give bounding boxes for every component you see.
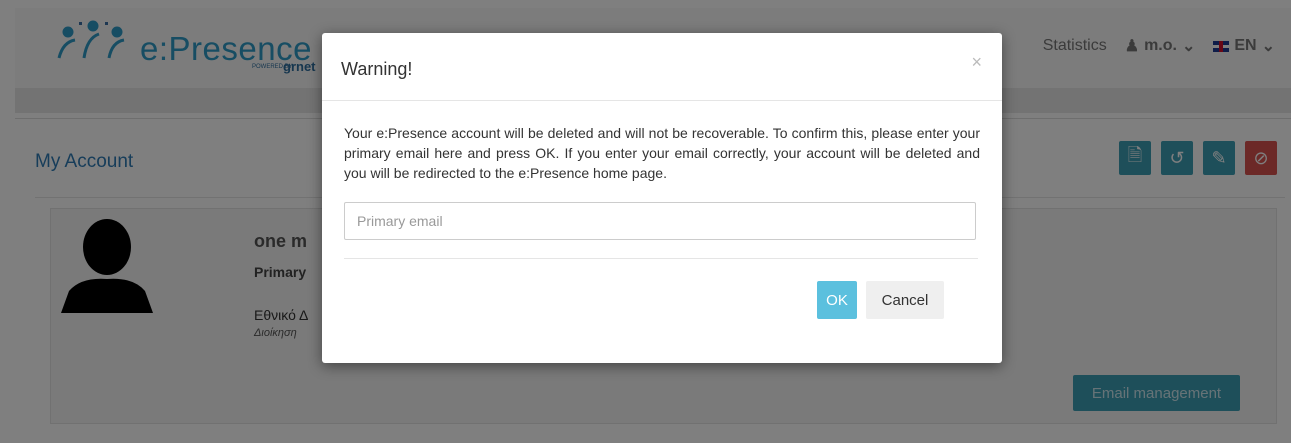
modal-message: Your e:Presence account will be deleted … — [344, 125, 980, 181]
modal-header: Warning! × — [322, 33, 1002, 101]
cancel-button[interactable]: Cancel — [866, 281, 944, 319]
delete-account-modal: Warning! × Your e:Presence account will … — [322, 33, 1002, 363]
primary-email-input[interactable] — [344, 202, 976, 240]
close-icon[interactable]: × — [971, 52, 982, 73]
modal-title: Warning! — [341, 59, 413, 79]
modal-divider — [344, 258, 978, 259]
ok-button[interactable]: OK — [817, 281, 857, 319]
